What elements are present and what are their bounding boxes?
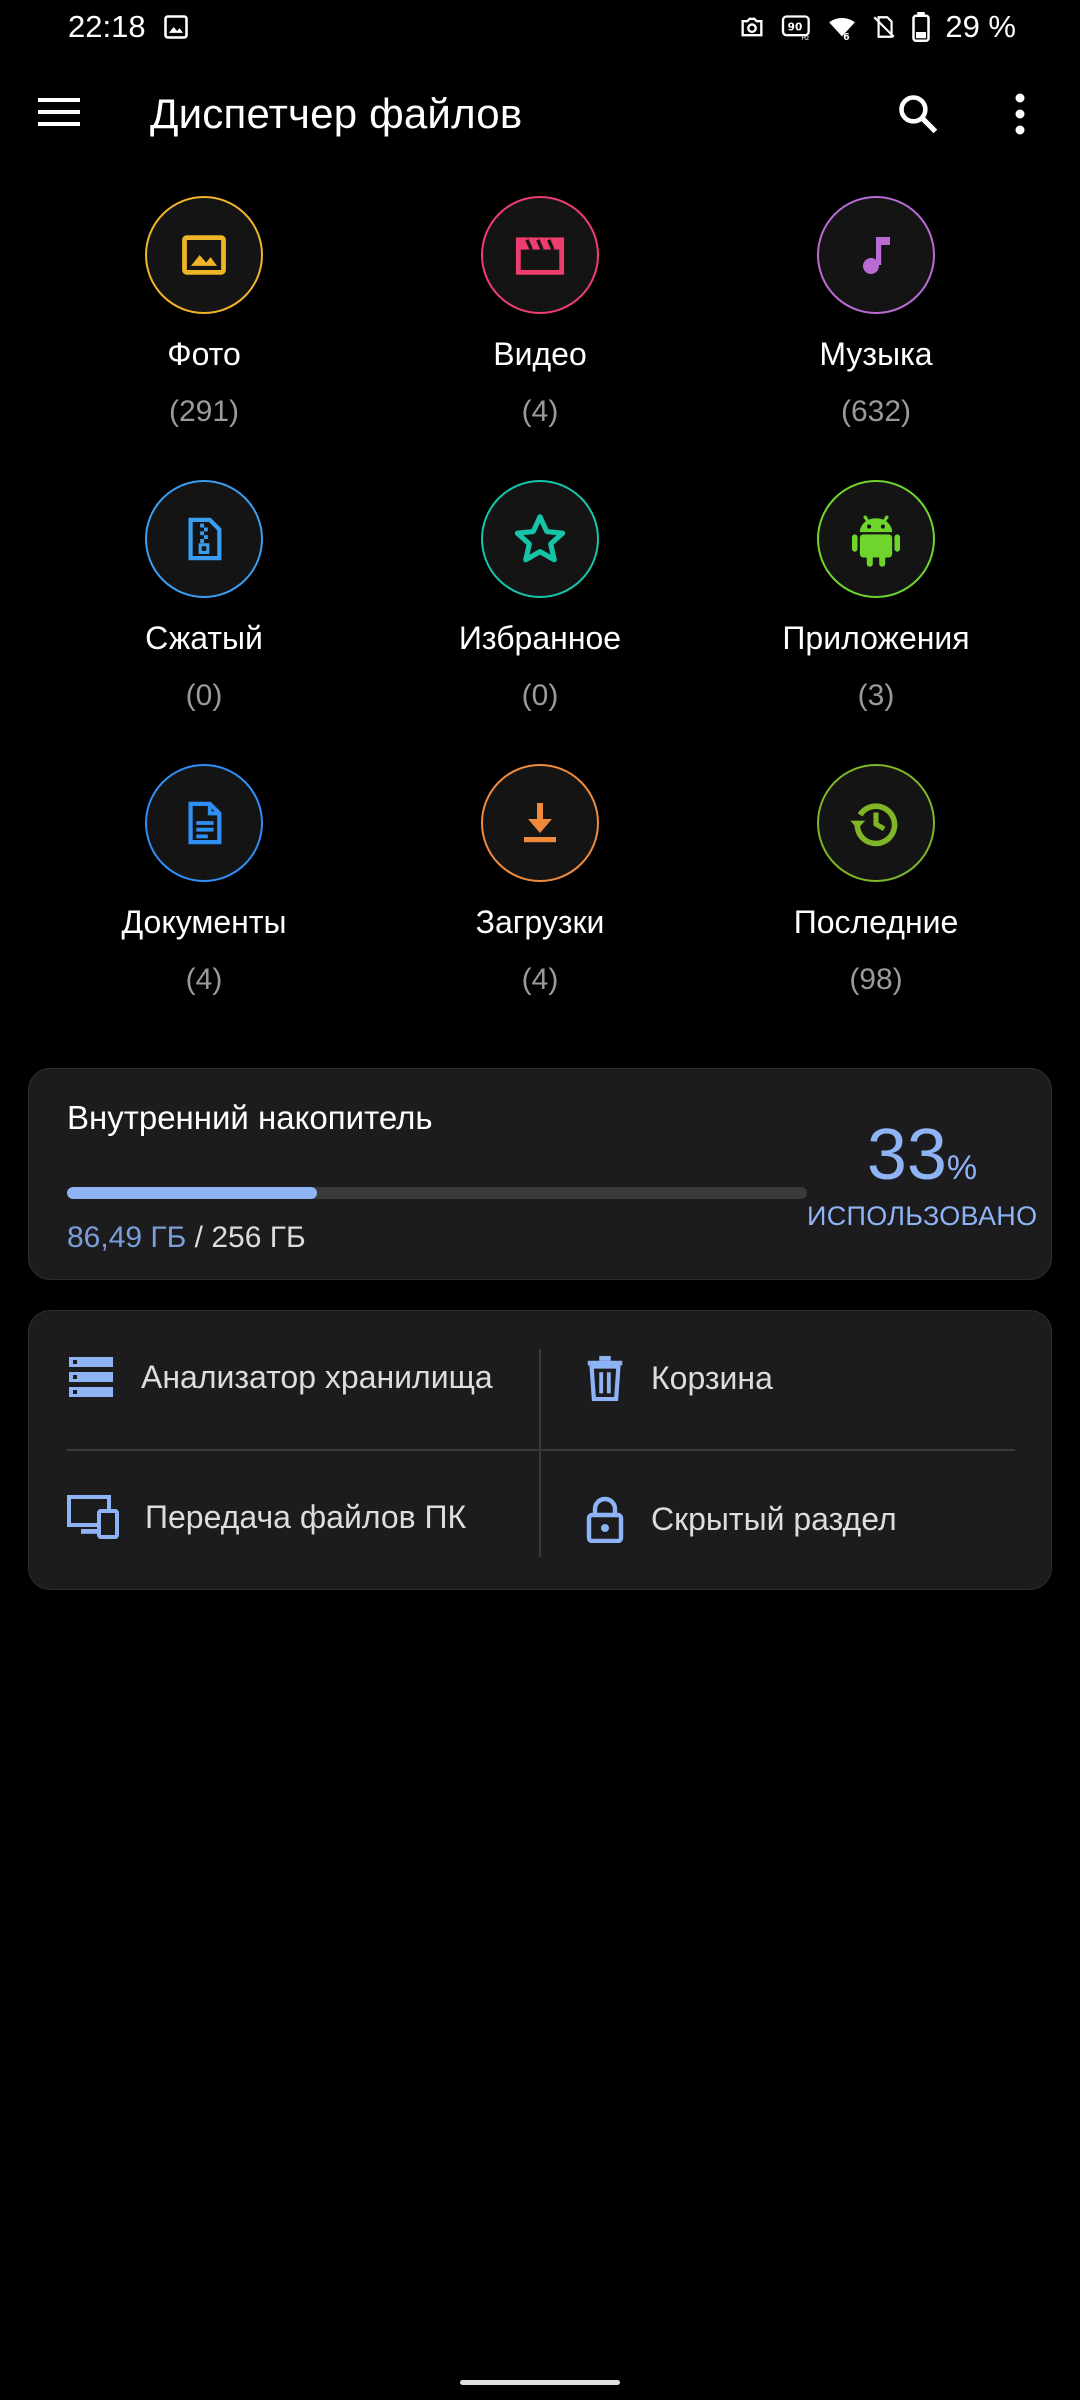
tools-card: Анализатор хранилища Корзина Передача фа… bbox=[28, 1310, 1052, 1590]
music-note-icon bbox=[863, 237, 890, 274]
video-clapper-icon bbox=[515, 237, 565, 275]
category-compressed[interactable]: Сжатый (0) bbox=[36, 480, 372, 736]
category-name: Загрузки bbox=[475, 904, 605, 940]
download-icon bbox=[524, 803, 556, 843]
hz-icon: 90 Hz bbox=[782, 15, 811, 41]
more-vert-icon bbox=[1015, 93, 1025, 135]
no-sim-icon bbox=[873, 16, 895, 38]
svg-text:6: 6 bbox=[843, 32, 850, 41]
category-recent[interactable]: Последние (98) bbox=[708, 764, 1044, 1020]
svg-text:90: 90 bbox=[788, 22, 803, 34]
category-count: (4) bbox=[185, 963, 223, 996]
camera-icon bbox=[741, 17, 763, 37]
android-icon bbox=[852, 515, 900, 567]
storage-separator: / bbox=[186, 1221, 212, 1254]
tool-label: Передача файлов ПК bbox=[145, 1498, 467, 1535]
category-count: (4) bbox=[521, 395, 559, 428]
storage-percent-sign: % bbox=[946, 1149, 978, 1187]
category-name: Видео bbox=[493, 336, 587, 372]
internal-storage-card[interactable]: Внутренний накопитель 86,49 ГБ / 256 ГБ … bbox=[28, 1068, 1052, 1280]
storage-progress-fill bbox=[67, 1187, 318, 1199]
storage-total: 256 ГБ bbox=[211, 1221, 306, 1254]
menu-icon bbox=[38, 98, 80, 126]
tool-label: Корзина bbox=[651, 1359, 773, 1396]
wifi-icon: 6 bbox=[829, 17, 856, 41]
category-name: Избранное bbox=[458, 620, 622, 656]
storage-analyzer-icon bbox=[69, 1357, 113, 1397]
category-music[interactable]: Музыка (632) bbox=[708, 196, 1044, 452]
storage-progress-bar bbox=[67, 1187, 807, 1199]
photo-icon bbox=[182, 235, 226, 275]
svg-text:Hz: Hz bbox=[802, 36, 809, 41]
image-icon bbox=[163, 15, 188, 39]
menu-button[interactable] bbox=[38, 96, 88, 136]
category-apps[interactable]: Приложения (3) bbox=[708, 480, 1044, 736]
more-options-button[interactable] bbox=[1014, 92, 1040, 140]
category-favorites[interactable]: Избранное (0) bbox=[372, 480, 708, 736]
divider bbox=[539, 1349, 541, 1557]
category-count: (632) bbox=[840, 395, 912, 428]
storage-used: 86,49 ГБ bbox=[67, 1221, 187, 1254]
document-icon bbox=[188, 801, 222, 845]
category-name: Приложения bbox=[782, 620, 970, 656]
category-grid: Фото (291) Видео (4) Музыка (632) Сжатый… bbox=[0, 196, 1080, 1020]
gesture-nav-handle[interactable] bbox=[460, 2380, 620, 2385]
category-name: Фото bbox=[167, 336, 241, 372]
category-count: (3) bbox=[857, 679, 895, 712]
category-photo[interactable]: Фото (291) bbox=[36, 196, 372, 452]
tool-label: Анализатор хранилища bbox=[141, 1358, 493, 1395]
category-documents[interactable]: Документы (4) bbox=[36, 764, 372, 1020]
battery-level: 29 % bbox=[945, 9, 1016, 44]
battery-icon bbox=[912, 12, 931, 42]
category-count: (0) bbox=[521, 679, 559, 712]
category-name: Сжатый bbox=[145, 620, 263, 656]
history-icon bbox=[850, 803, 898, 847]
storage-analyzer-button[interactable]: Анализатор хранилища bbox=[67, 1355, 493, 1399]
category-name: Последние bbox=[793, 904, 959, 940]
category-count: (4) bbox=[521, 963, 559, 996]
category-name: Документы bbox=[121, 904, 287, 940]
storage-title: Внутренний накопитель bbox=[67, 1099, 433, 1136]
pc-file-transfer-button[interactable]: Передача файлов ПК bbox=[67, 1495, 466, 1539]
search-icon bbox=[899, 95, 938, 134]
page-title: Диспетчер файлов bbox=[150, 90, 523, 137]
star-icon bbox=[514, 514, 566, 563]
category-count: (291) bbox=[168, 395, 240, 428]
hidden-partition-button[interactable]: Скрытый раздел bbox=[585, 1495, 897, 1543]
zip-file-icon bbox=[188, 517, 222, 561]
storage-percent-value: 33 bbox=[866, 1115, 947, 1195]
category-downloads[interactable]: Загрузки (4) bbox=[372, 764, 708, 1020]
tool-label: Скрытый раздел bbox=[651, 1500, 897, 1537]
divider bbox=[67, 1449, 1015, 1451]
pc-transfer-icon bbox=[67, 1495, 119, 1539]
lock-icon bbox=[586, 1496, 624, 1543]
search-button[interactable] bbox=[896, 92, 944, 140]
status-time: 22:18 bbox=[68, 9, 146, 44]
storage-percent-label: ИСПОЛЬЗОВАНО bbox=[807, 1201, 1038, 1231]
category-video[interactable]: Видео (4) bbox=[372, 196, 708, 452]
trash-icon bbox=[587, 1355, 623, 1401]
status-bar: 22:18 90 Hz 6 29 % bbox=[0, 0, 1080, 54]
category-count: (0) bbox=[185, 679, 223, 712]
storage-usage: 86,49 ГБ / 256 ГБ bbox=[67, 1221, 306, 1255]
app-bar: Диспетчер файлов bbox=[0, 68, 1080, 164]
category-name: Музыка bbox=[819, 336, 933, 372]
storage-percent: 33% ИСПОЛЬЗОВАНО bbox=[807, 1119, 1037, 1232]
category-count: (98) bbox=[849, 963, 903, 996]
trash-button[interactable]: Корзина bbox=[585, 1355, 773, 1401]
